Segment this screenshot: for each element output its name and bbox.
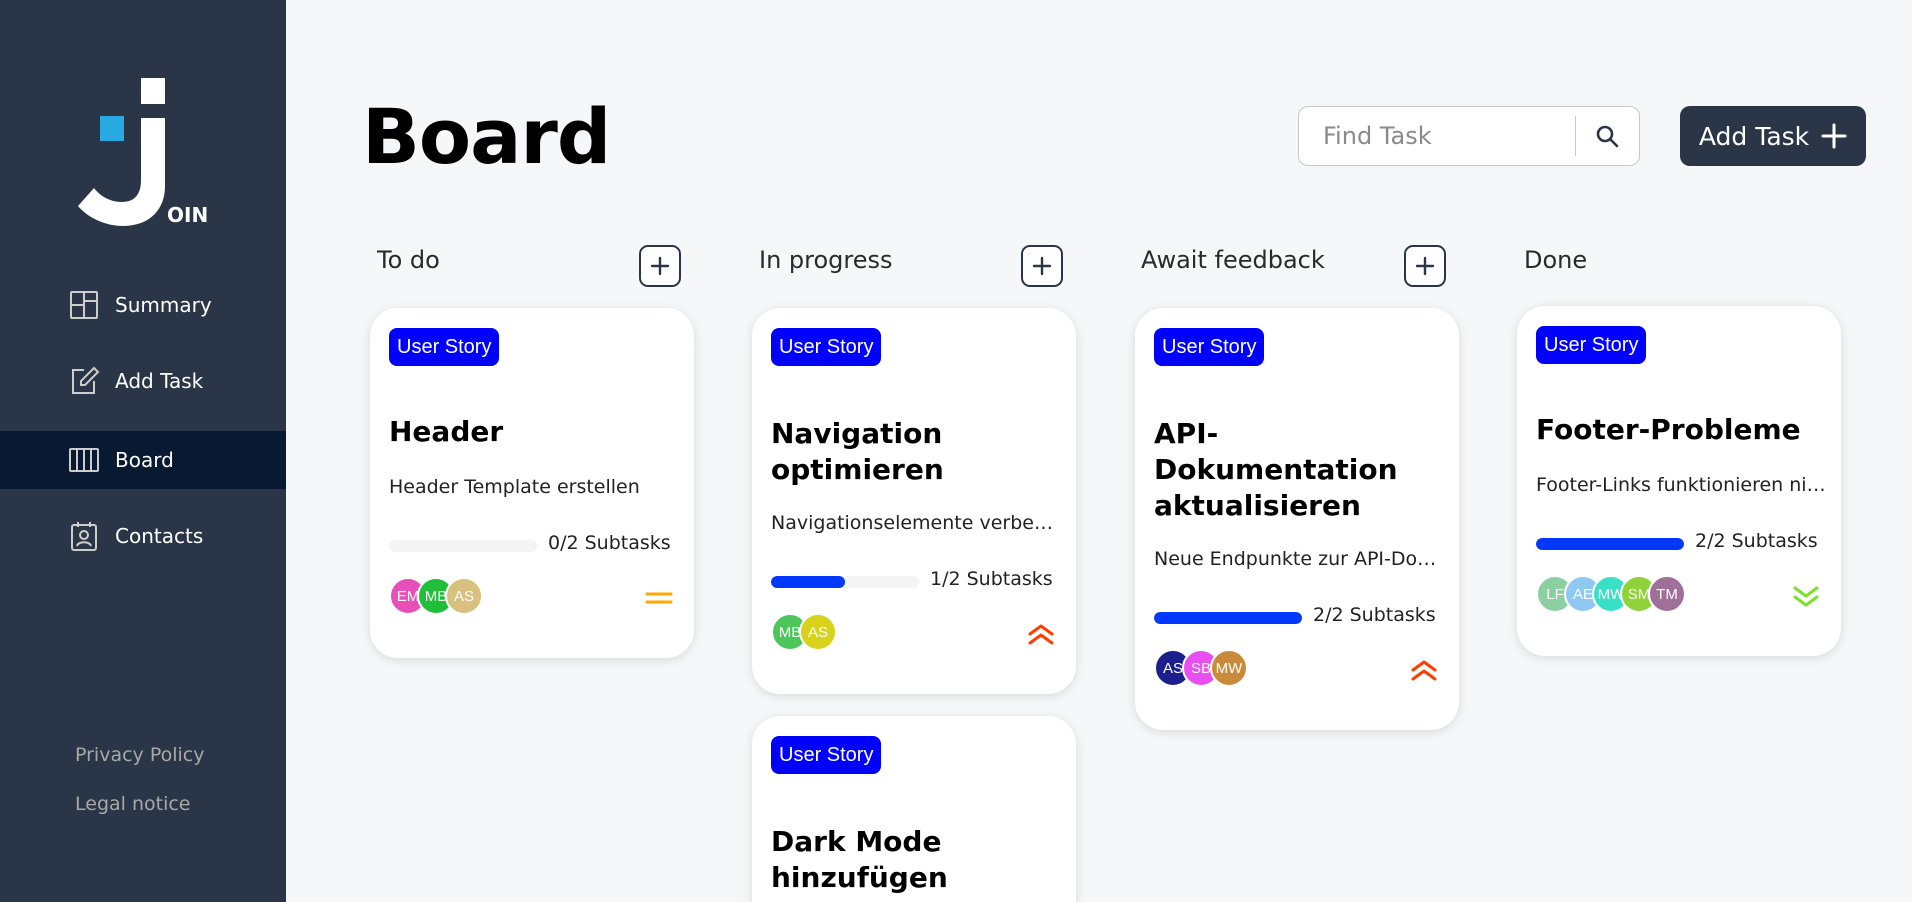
priority-urgent-icon — [1411, 660, 1437, 681]
board-icon — [68, 444, 100, 476]
contacts-icon — [68, 520, 100, 552]
add-to-in-progress-button[interactable] — [1021, 245, 1063, 287]
avatar: MW — [1210, 649, 1248, 687]
sidebar-item-label: Board — [115, 448, 174, 472]
assignee-avatars: EM MB AS — [389, 577, 483, 615]
add-to-todo-button[interactable] — [639, 245, 681, 287]
logo-text: OIN — [167, 203, 208, 226]
avatar: AS — [799, 613, 837, 651]
category-badge: User Story — [771, 328, 882, 366]
sidebar: OIN Summary Add Task Board Contacts Priv… — [0, 0, 286, 902]
task-title: Navigation optimieren — [771, 417, 944, 486]
column-title-todo: To do — [377, 246, 440, 274]
subtask-count: 2/2 Subtasks — [1313, 604, 1436, 626]
add-task-button-label: Add Task — [1698, 121, 1810, 151]
priority-medium-icon — [645, 592, 673, 604]
assignee-avatars: AS SB MW — [1154, 649, 1248, 687]
column-title-done: Done — [1524, 246, 1588, 274]
search-box — [1298, 106, 1640, 166]
task-card-footer[interactable]: User Story Footer-Probleme Footer-Links … — [1517, 306, 1841, 656]
progress-fill — [1154, 612, 1302, 624]
subtask-count: 0/2 Subtasks — [548, 532, 671, 554]
summary-icon — [68, 289, 100, 321]
search-button[interactable] — [1576, 107, 1639, 165]
assignee-avatars: LF AE MW SM TM — [1536, 575, 1686, 613]
priority-low-icon — [1793, 586, 1819, 607]
plus-icon — [1415, 256, 1435, 276]
assignee-avatars: MB AS — [771, 613, 837, 651]
task-title: Footer-Probleme — [1536, 413, 1801, 446]
add-to-await-feedback-button[interactable] — [1404, 245, 1446, 287]
sidebar-item-summary[interactable]: Summary — [0, 276, 286, 334]
column-title-await-feedback: Await feedback — [1141, 246, 1325, 274]
progress-fill — [771, 576, 845, 588]
add-task-button[interactable]: Add Task — [1680, 106, 1866, 166]
subtask-progress-bar — [389, 540, 537, 552]
plus-icon — [650, 256, 670, 276]
privacy-policy-link[interactable]: Privacy Policy — [75, 744, 204, 766]
priority-urgent-icon — [1028, 624, 1054, 645]
sidebar-item-label: Contacts — [115, 524, 204, 548]
add-task-icon — [68, 365, 100, 397]
task-title: Header — [389, 415, 504, 448]
task-card-header[interactable]: User Story Header Header Template erstel… — [370, 308, 694, 658]
subtask-count: 2/2 Subtasks — [1695, 530, 1818, 552]
search-icon — [1597, 125, 1619, 148]
sidebar-item-label: Add Task — [115, 369, 204, 393]
task-card-dark-mode[interactable]: User Story Dark Mode hinzufügen — [752, 716, 1076, 902]
category-badge: User Story — [1536, 326, 1647, 364]
sidebar-item-board[interactable]: Board — [0, 431, 286, 489]
progress-fill — [1536, 538, 1684, 550]
task-description: Navigationselemente verbessern — [771, 512, 1061, 534]
sidebar-item-label: Summary — [115, 293, 212, 317]
category-badge: User Story — [771, 736, 882, 774]
task-description: Neue Endpunkte zur API-Dokumentation — [1154, 548, 1444, 570]
sidebar-item-contacts[interactable]: Contacts — [0, 507, 286, 565]
legal-notice-link[interactable]: Legal notice — [75, 793, 191, 815]
task-description: Footer-Links funktionieren nicht — [1536, 474, 1826, 496]
category-badge: User Story — [1154, 328, 1265, 366]
plus-icon — [1821, 123, 1847, 149]
task-title: API-Dokumentation aktualisieren — [1154, 417, 1398, 522]
task-description: Header Template erstellen — [389, 476, 640, 498]
sidebar-item-add-task[interactable]: Add Task — [0, 352, 286, 410]
plus-icon — [1032, 256, 1052, 276]
task-title: Dark Mode hinzufügen — [771, 825, 948, 894]
subtask-count: 1/2 Subtasks — [930, 568, 1053, 590]
avatar: AS — [445, 577, 483, 615]
join-logo[interactable]: OIN — [78, 76, 208, 226]
task-card-navigation[interactable]: User Story Navigation optimieren Navigat… — [752, 308, 1076, 694]
search-input[interactable] — [1299, 107, 1575, 165]
page-title: Board — [362, 92, 611, 181]
subtask-progress-bar — [1536, 538, 1684, 550]
column-title-in-progress: In progress — [759, 246, 893, 274]
subtask-progress-bar — [771, 576, 919, 588]
task-card-api[interactable]: User Story API-Dokumentation aktualisier… — [1135, 308, 1459, 730]
category-badge: User Story — [389, 328, 500, 366]
avatar: TM — [1648, 575, 1686, 613]
subtask-progress-bar — [1154, 612, 1302, 624]
